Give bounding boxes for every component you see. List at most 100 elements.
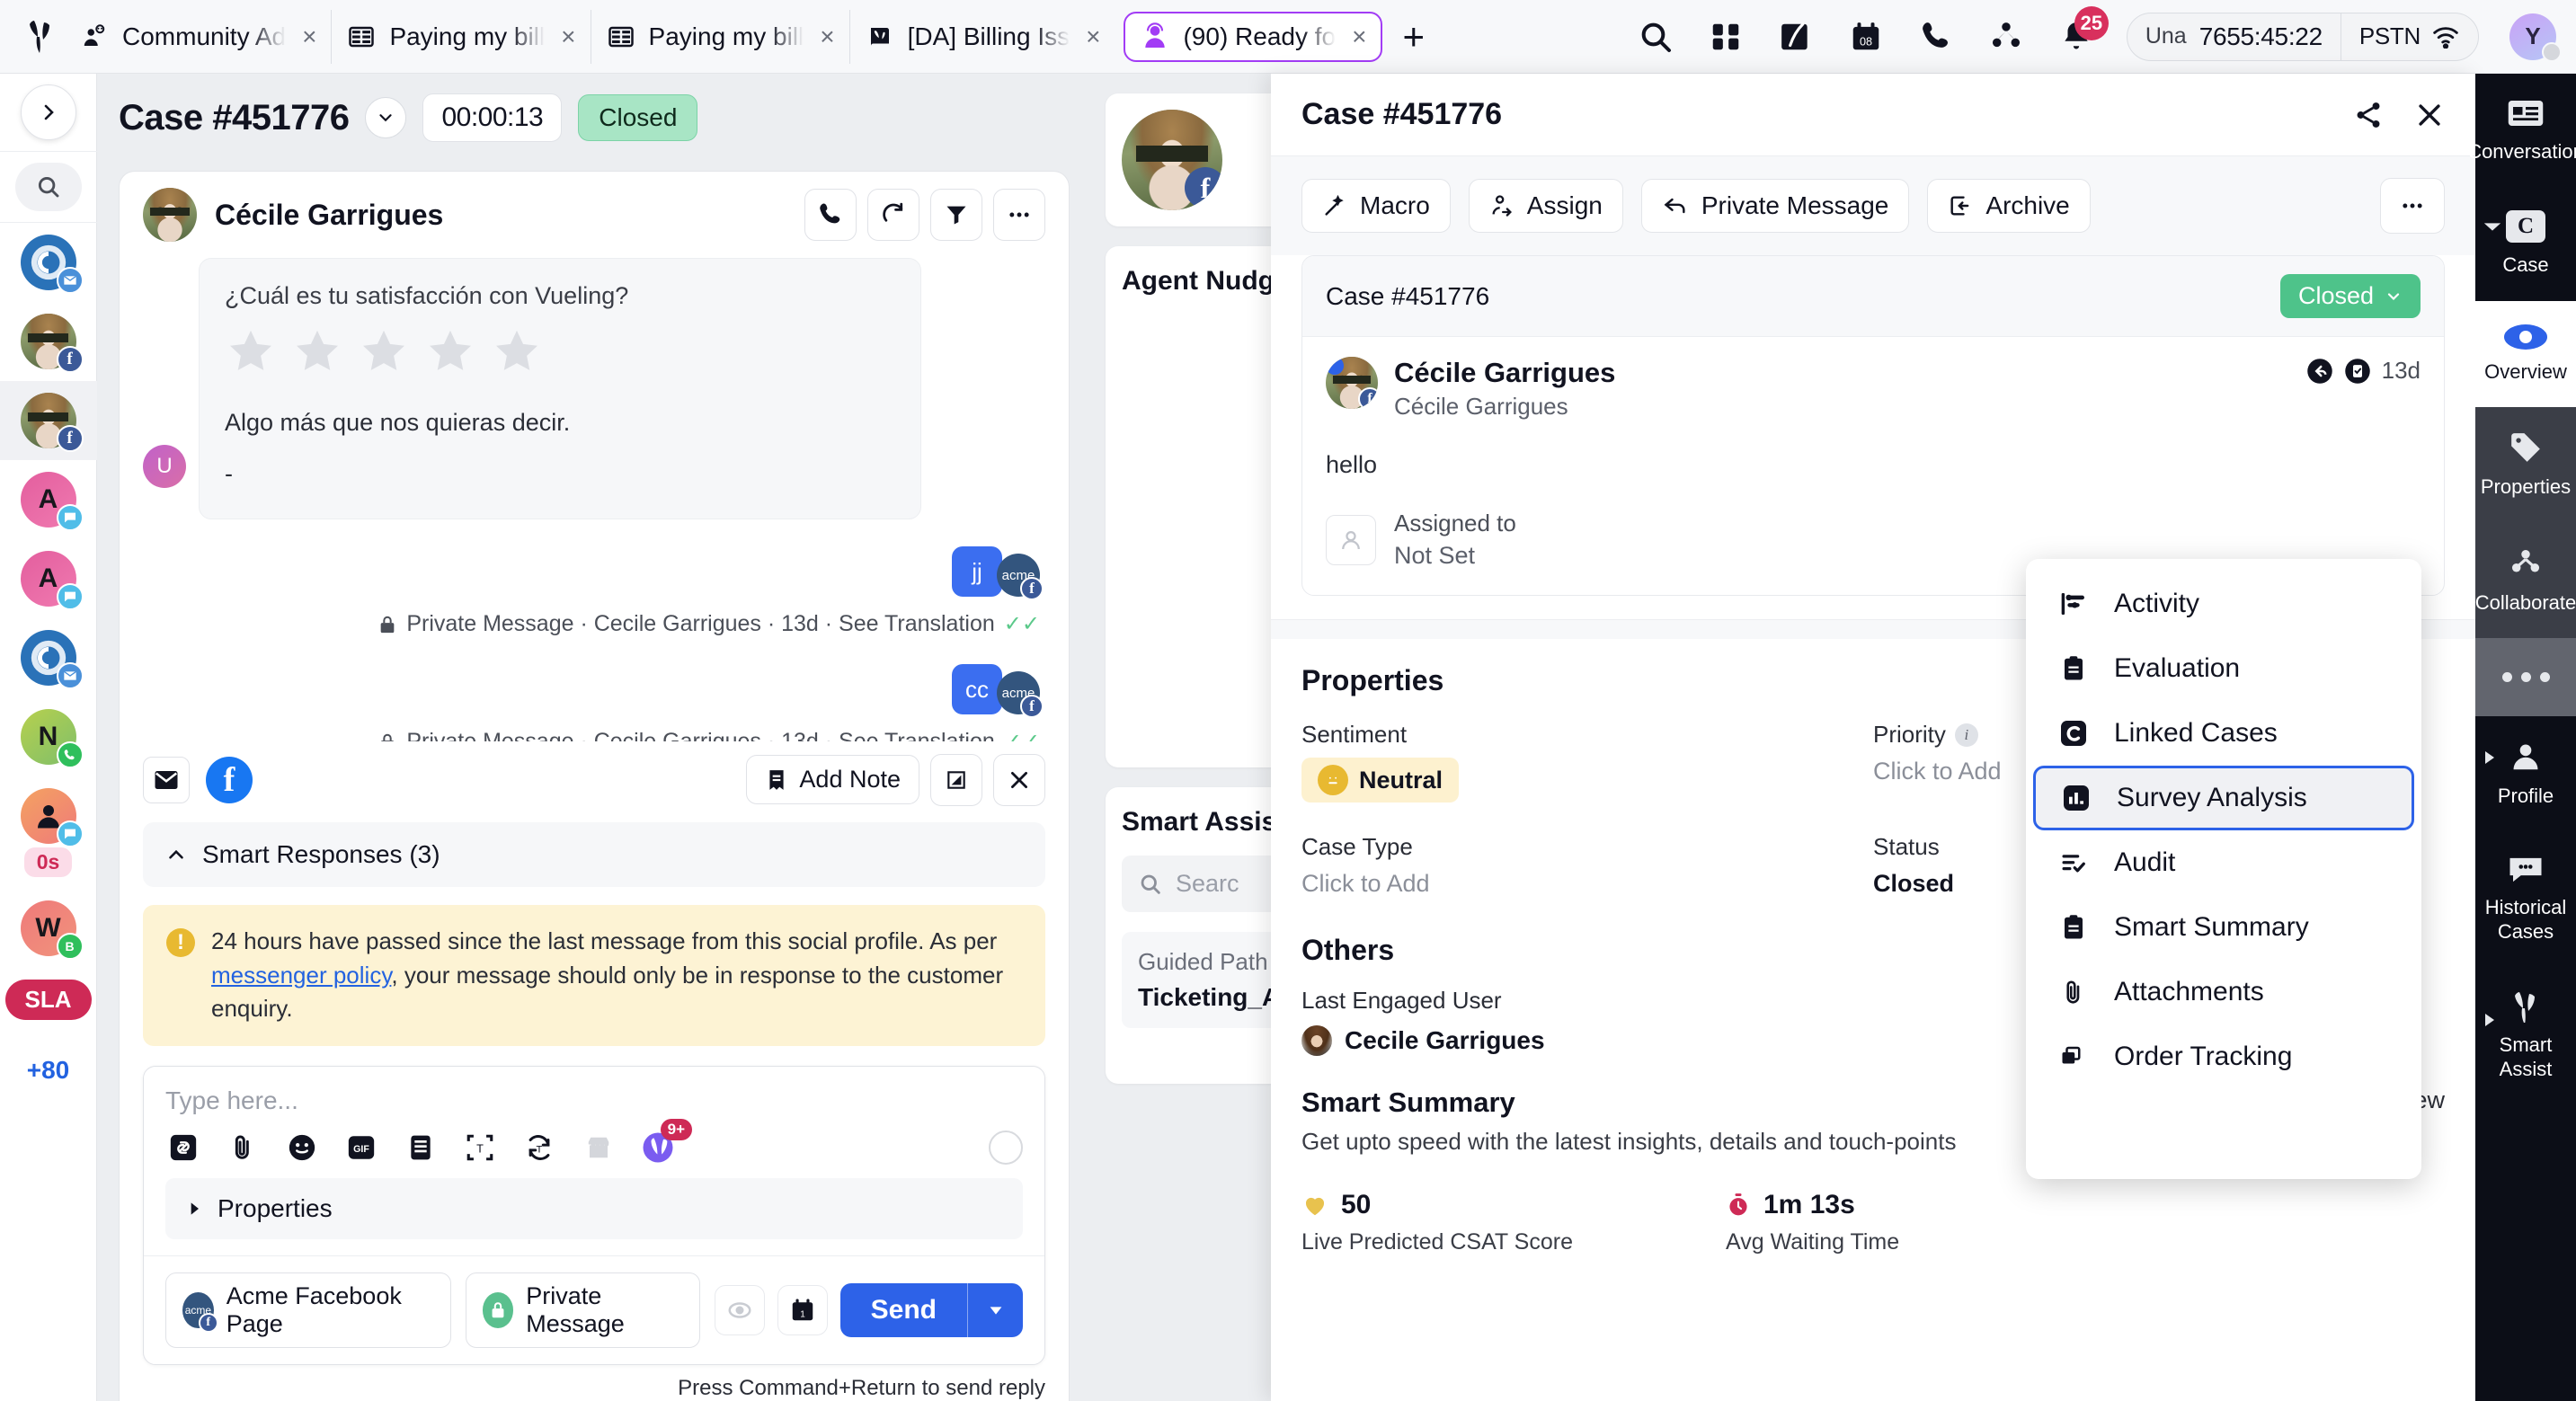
share-icon[interactable]: [2353, 100, 2384, 130]
rail-conversation-1[interactable]: [0, 223, 97, 302]
account-selector[interactable]: acme f Acme Facebook Page: [165, 1272, 451, 1348]
emoji-icon[interactable]: [284, 1130, 320, 1166]
chevron-right-icon[interactable]: [20, 84, 76, 140]
reply-icon[interactable]: [2306, 358, 2333, 385]
close-icon[interactable]: ×: [302, 22, 316, 51]
menu-item-audit[interactable]: Audit: [2026, 830, 2421, 895]
menu-item-linked-cases[interactable]: Linked Cases: [2026, 701, 2421, 766]
rail-conversation-9[interactable]: W B: [0, 889, 97, 968]
send-button[interactable]: Send: [839, 1283, 967, 1337]
property-value[interactable]: Click to Add: [1301, 870, 1873, 898]
more-icon[interactable]: [993, 189, 1045, 241]
assign-button[interactable]: Assign: [1468, 179, 1623, 233]
case-status-dropdown[interactable]: Closed: [2279, 274, 2421, 318]
rail-tab-overview[interactable]: Overview: [2475, 300, 2576, 408]
menu-item-smart-summary[interactable]: Smart Summary: [2026, 895, 2421, 960]
sprinklr-ai-icon[interactable]: 9+: [640, 1119, 692, 1166]
rail-conversation-6[interactable]: [0, 618, 97, 697]
expand-composer-icon[interactable]: [930, 753, 982, 806]
close-icon[interactable]: ×: [1352, 22, 1366, 51]
message-meta-text[interactable]: Private Message · Cecile Garrigues · 13d…: [406, 611, 994, 637]
more-conversations[interactable]: +80: [0, 1032, 97, 1109]
rail-conversation-8[interactable]: 0s: [0, 776, 97, 889]
smart-responses-toggle[interactable]: Smart Responses (3): [143, 821, 1045, 887]
close-icon[interactable]: [993, 753, 1045, 806]
gif-icon[interactable]: GIF: [343, 1130, 379, 1166]
send-options-caret-icon[interactable]: [967, 1283, 1023, 1337]
star-rating[interactable]: [225, 326, 895, 378]
preview-eye-icon[interactable]: [714, 1285, 765, 1335]
sprinklr-logo-icon[interactable]: [16, 17, 65, 57]
facebook-channel-icon[interactable]: f: [206, 756, 253, 803]
close-icon[interactable]: ×: [820, 22, 834, 51]
message-type-selector[interactable]: Private Message: [465, 1272, 700, 1348]
close-icon[interactable]: ×: [561, 22, 575, 51]
message-meta-text[interactable]: Private Message · Cecile Garrigues · 13d…: [406, 729, 994, 741]
rail-tab-historical-cases[interactable]: Historical Cases: [2475, 831, 2576, 967]
apps-grid-icon[interactable]: [1706, 17, 1745, 57]
tab-paying-my-bill-2[interactable]: Paying my bill ×: [590, 9, 849, 64]
attachment-icon[interactable]: [225, 1130, 261, 1166]
phone-icon[interactable]: [1916, 17, 1956, 57]
close-icon[interactable]: ×: [1086, 22, 1100, 51]
info-icon[interactable]: i: [1954, 723, 1978, 747]
rail-search-button[interactable]: [0, 152, 97, 222]
filter-icon[interactable]: [930, 189, 982, 241]
rail-conversation-7[interactable]: N: [0, 697, 97, 776]
compose-icon[interactable]: [1776, 17, 1816, 57]
link-icon[interactable]: [165, 1130, 201, 1166]
rail-tab-properties[interactable]: Properties: [2475, 407, 2576, 523]
tab-ready-for-queue[interactable]: (90) Ready fo ×: [1124, 11, 1383, 62]
menu-item-activity[interactable]: Activity: [2026, 572, 2421, 636]
crop-text-icon[interactable]: T: [462, 1130, 498, 1166]
schedule-calendar-icon[interactable]: 1: [777, 1285, 828, 1335]
property-sentiment[interactable]: Sentiment Neutral: [1301, 721, 1873, 802]
rail-conversation-3-selected[interactable]: f: [0, 381, 97, 460]
status-badge[interactable]: Closed: [578, 94, 698, 141]
property-case-type[interactable]: Case Type Click to Add: [1301, 833, 1873, 898]
rail-conversation-4[interactable]: A: [0, 460, 97, 539]
private-message-button[interactable]: Private Message: [1640, 179, 1910, 233]
chevron-down-icon[interactable]: [365, 97, 407, 138]
calendar-icon[interactable]: 08: [1846, 17, 1886, 57]
menu-item-order-tracking[interactable]: Order Tracking: [2026, 1024, 2421, 1089]
macro-button[interactable]: Macro: [1301, 179, 1451, 233]
menu-item-attachments[interactable]: Attachments: [2026, 960, 2421, 1024]
sla-indicator[interactable]: SLA: [0, 968, 97, 1032]
close-icon[interactable]: [2414, 100, 2445, 130]
bell-icon[interactable]: 25: [2056, 5, 2109, 57]
message-thread[interactable]: ¿Cuál es tu satisfacción con Vueling? Al…: [120, 258, 1069, 741]
rail-tab-case[interactable]: C Case: [2475, 187, 2576, 300]
phone-icon[interactable]: [804, 189, 857, 241]
tab-community-ad[interactable]: Community Ad ×: [65, 10, 331, 64]
avatar[interactable]: Y: [2509, 13, 2562, 62]
reply-input[interactable]: Type here...: [144, 1067, 1044, 1124]
menu-item-evaluation[interactable]: Evaluation: [2026, 636, 2421, 701]
task-icon[interactable]: [2344, 358, 2371, 385]
composer-properties-toggle[interactable]: Properties: [165, 1178, 1023, 1239]
rail-tab-profile[interactable]: Profile: [2475, 716, 2576, 831]
tab-paying-my-bill-1[interactable]: Paying my bill ×: [331, 9, 590, 64]
add-note-button[interactable]: Add Note: [746, 755, 919, 805]
outgoing-message-bubble[interactable]: cc: [952, 664, 1002, 714]
messenger-policy-link[interactable]: messenger policy: [211, 962, 391, 989]
new-tab-button[interactable]: +: [1382, 17, 1444, 56]
search-icon[interactable]: [1636, 17, 1675, 57]
rail-conversation-2[interactable]: f: [0, 302, 97, 381]
email-channel-icon[interactable]: [143, 756, 190, 803]
refresh-icon[interactable]: [867, 189, 919, 241]
expand-rail-button[interactable]: [0, 74, 97, 151]
tab-da-billing-issue[interactable]: [DA] Billing Iss ×: [848, 9, 1115, 64]
rail-tab-smart-assist[interactable]: Smart Assist: [2475, 967, 2576, 1104]
rail-tab-conversation[interactable]: Conversation: [2467, 74, 2576, 187]
rail-conversation-5[interactable]: A: [0, 539, 97, 618]
rail-tab-collaborate[interactable]: Collaborate: [2475, 522, 2576, 638]
rail-more-button[interactable]: [2475, 637, 2576, 716]
agent-status-pill[interactable]: Una 7655:45:22 PSTN: [2126, 12, 2479, 61]
case-panel-more-menu[interactable]: Activity Evaluation Linked Cases Survey …: [2026, 559, 2421, 1179]
search-icon[interactable]: [14, 163, 82, 211]
translate-icon[interactable]: T: [521, 1130, 557, 1166]
template-icon[interactable]: [403, 1130, 439, 1166]
menu-item-survey-analysis[interactable]: Survey Analysis: [2033, 766, 2414, 830]
archive-button[interactable]: Archive: [1927, 179, 2091, 233]
